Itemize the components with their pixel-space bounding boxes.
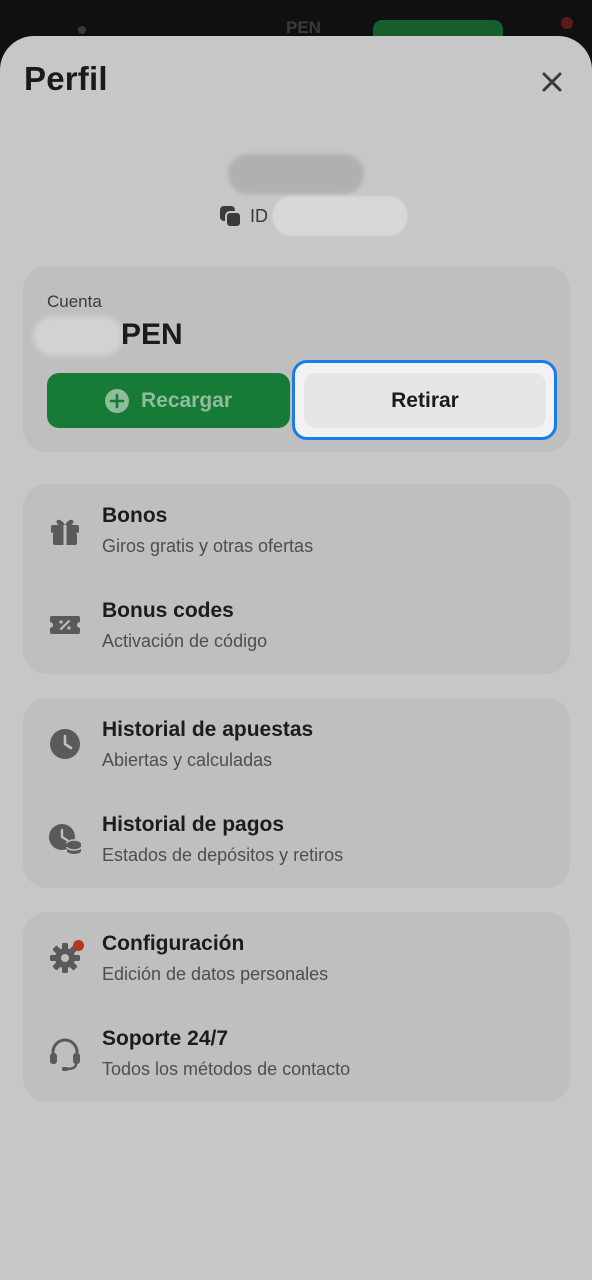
plus-circle-icon [104, 388, 129, 413]
balance-currency: PEN [121, 318, 183, 351]
deposit-button[interactable]: Recargar [47, 373, 290, 428]
deposit-button-label: Recargar [140, 388, 233, 412]
withdraw-button[interactable]: Retirar [304, 373, 546, 428]
menu-group-settings: Configuración Edición de datos personale… [23, 912, 570, 1102]
menu-item-subtitle: Abiertas y calculadas [102, 750, 273, 770]
menu-group-history: Historial de apuestas Abiertas y calcula… [23, 698, 570, 888]
profile-sheet: Perfil ID Cuenta PEN Recargar Retirar Bo… [0, 36, 592, 1280]
menu-item-soporte[interactable]: Soporte 24/7 Todos los métodos de contac… [23, 1007, 570, 1102]
background-currency: PEN [286, 18, 321, 37]
menu-item-title: Historial de apuestas [102, 718, 314, 741]
headset-icon [50, 1038, 80, 1071]
gift-icon [51, 519, 79, 545]
menu-item-subtitle: Activación de código [102, 631, 268, 651]
menu-item-configuracion[interactable]: Configuración Edición de datos personale… [23, 912, 570, 1007]
menu-item-title: Configuración [102, 932, 245, 955]
menu-item-subtitle: Todos los métodos de contacto [102, 1059, 351, 1079]
menu-item-title: Bonos [102, 504, 168, 527]
page-title: Perfil [24, 60, 108, 97]
username-redacted [228, 154, 364, 194]
withdraw-button-label: Retirar [391, 388, 459, 412]
payment-history-icon [49, 824, 82, 854]
menu-item-subtitle: Giros gratis y otras ofertas [102, 536, 314, 556]
close-icon[interactable] [536, 66, 568, 98]
menu-group-bonuses: Bonos Giros gratis y otras ofertas Bonus… [23, 484, 570, 674]
clock-icon [50, 729, 80, 759]
menu-item-title: Historial de pagos [102, 813, 285, 836]
background-notification-badge [561, 17, 573, 29]
copy-icon[interactable] [218, 204, 244, 230]
menu-item-bet-history[interactable]: Historial de apuestas Abiertas y calcula… [23, 698, 570, 793]
menu-item-payment-history[interactable]: Historial de pagos Estados de depósitos … [23, 793, 570, 888]
account-card: Cuenta PEN Recargar Retirar [23, 266, 570, 452]
menu-item-title: Bonus codes [102, 599, 234, 622]
menu-item-title: Soporte 24/7 [102, 1027, 229, 1050]
menu-item-subtitle: Edición de datos personales [102, 964, 329, 984]
coupon-icon [50, 616, 80, 634]
balance-redacted [33, 316, 123, 356]
background-menu-dot [78, 26, 86, 34]
user-id-redacted [272, 196, 408, 236]
menu-item-bonos[interactable]: Bonos Giros gratis y otras ofertas [23, 484, 570, 579]
notification-dot [73, 940, 84, 951]
id-label: ID [250, 206, 268, 226]
menu-item-subtitle: Estados de depósitos y retiros [102, 845, 344, 865]
account-label: Cuenta [47, 292, 102, 311]
menu-item-bonus-codes[interactable]: Bonus codes Activación de código [23, 579, 570, 674]
